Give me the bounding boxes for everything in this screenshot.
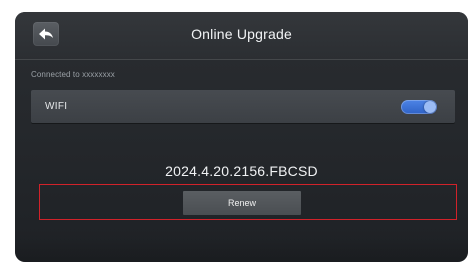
wifi-row[interactable]: WIFI: [31, 90, 455, 123]
wifi-label: WIFI: [45, 101, 68, 112]
page-title: Online Upgrade: [191, 26, 292, 42]
header-divider: [15, 59, 468, 60]
upgrade-screen: Online Upgrade Connected to xxxxxxxx WIF…: [15, 12, 468, 262]
wifi-toggle[interactable]: [401, 100, 437, 114]
connection-status: Connected to xxxxxxxx: [31, 70, 115, 79]
header-bar: Online Upgrade: [15, 12, 468, 60]
renew-button[interactable]: Renew: [183, 191, 301, 215]
toggle-knob: [424, 101, 436, 113]
firmware-version: 2024.4.20.2156.FBCSD: [165, 163, 318, 179]
bottom-shade: [15, 236, 468, 262]
